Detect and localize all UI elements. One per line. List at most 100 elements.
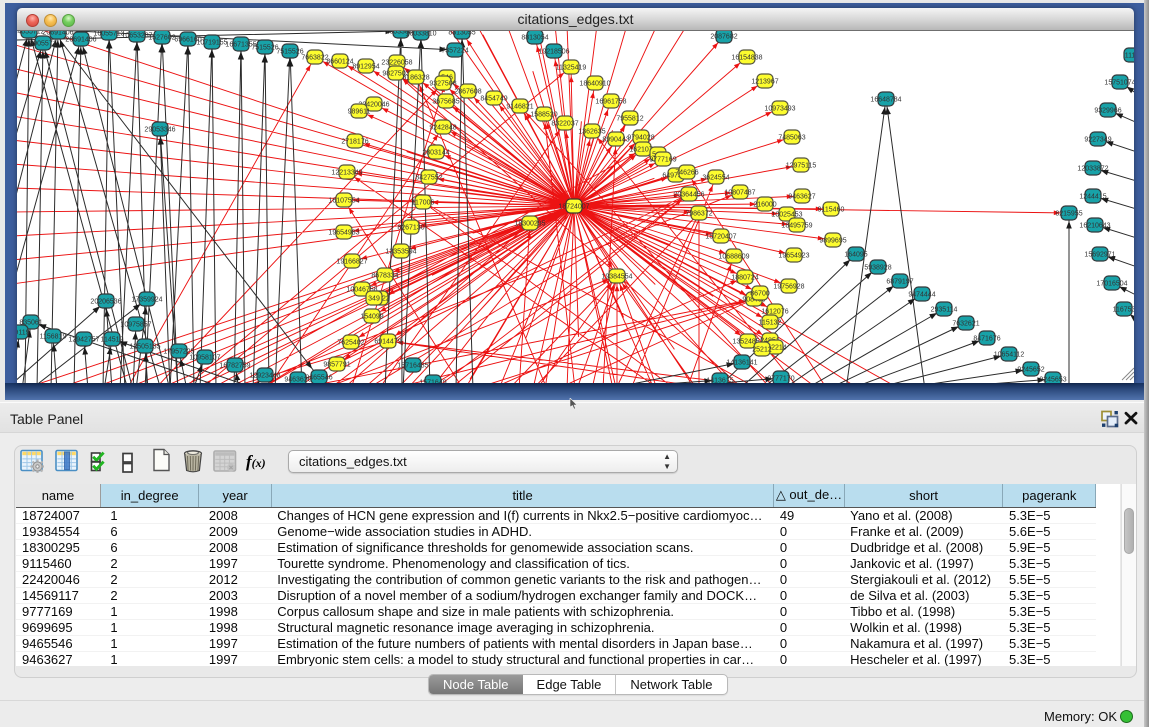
svg-text:19654983: 19654983: [328, 230, 359, 237]
svg-text:8471676: 8471676: [973, 336, 1000, 343]
svg-text:12923448: 12923448: [249, 373, 280, 380]
svg-text:1588520: 1588520: [530, 112, 557, 119]
svg-text:12942757: 12942757: [68, 337, 99, 344]
svg-text:1527602: 1527602: [148, 35, 175, 42]
svg-text:18640910: 18640910: [579, 81, 610, 88]
svg-text:1244415: 1244415: [1079, 194, 1106, 201]
svg-text:29053346: 29053346: [144, 127, 175, 134]
svg-text:15720407: 15720407: [705, 234, 736, 241]
svg-text:16782759: 16782759: [219, 363, 250, 370]
svg-text:20691406: 20691406: [65, 37, 96, 44]
svg-text:9146821: 9146821: [506, 104, 533, 111]
svg-text:8454749: 8454749: [480, 96, 507, 103]
svg-text:9115460: 9115460: [818, 207, 845, 214]
svg-text:9465546: 9465546: [305, 375, 332, 382]
svg-text:7955812: 7955812: [616, 116, 643, 123]
svg-text:17016504: 17016504: [1096, 281, 1127, 288]
svg-text:8267130: 8267130: [397, 225, 424, 232]
svg-text:10975857: 10975857: [120, 322, 151, 329]
svg-text:19384554: 19384554: [601, 274, 632, 281]
svg-text:7986372: 7986372: [685, 211, 712, 218]
svg-text:9245652: 9245652: [1017, 367, 1044, 374]
svg-text:7663822: 7663822: [301, 55, 328, 62]
svg-text:8427552: 8427552: [415, 175, 442, 182]
svg-text:15716485: 15716485: [397, 363, 428, 370]
svg-text:117006: 117006: [412, 200, 435, 207]
svg-text:12033872: 12033872: [1077, 166, 1108, 173]
svg-text:1571649: 1571649: [419, 380, 446, 384]
svg-text:1413615: 1413615: [706, 378, 733, 384]
svg-text:7632621: 7632621: [952, 321, 979, 328]
svg-text:2718176: 2718176: [341, 139, 368, 146]
svg-text:16154838: 16154838: [731, 55, 762, 62]
svg-text:10973493: 10973493: [764, 106, 795, 113]
svg-text:16055713: 16055713: [93, 31, 124, 38]
svg-text:15692971: 15692971: [1084, 252, 1115, 259]
svg-text:114519: 114519: [101, 337, 124, 344]
svg-text:17359924: 17359924: [131, 297, 162, 304]
svg-text:18724007: 18724007: [558, 204, 589, 211]
svg-text:1117: 1117: [1125, 53, 1134, 60]
svg-text:20206536: 20206536: [90, 299, 121, 306]
svg-text:14136141: 14136141: [726, 360, 757, 367]
svg-text:12975115: 12975115: [786, 163, 817, 170]
svg-text:9857791: 9857791: [323, 362, 350, 369]
svg-text:18495759: 18495759: [781, 223, 812, 230]
svg-text:9227349: 9227349: [1084, 137, 1111, 144]
svg-text:19166827: 19166827: [336, 259, 367, 266]
svg-text:1156819: 1156819: [40, 334, 67, 341]
svg-text:3624554: 3624554: [702, 175, 729, 182]
svg-text:7625402: 7625402: [337, 340, 364, 347]
svg-text:2803144: 2803144: [422, 150, 449, 157]
svg-text:2935114: 2935114: [931, 307, 958, 314]
svg-text:20364456: 20364456: [673, 192, 704, 199]
svg-text:9777170: 9777170: [767, 376, 794, 383]
svg-text:9899695: 9899695: [819, 238, 846, 245]
svg-text:8215955: 8215955: [1055, 211, 1082, 218]
svg-text:9905571: 9905571: [29, 41, 56, 48]
svg-text:16648784: 16648784: [870, 97, 901, 104]
svg-text:12213349: 12213349: [331, 170, 362, 177]
svg-text:8990443: 8990443: [602, 137, 629, 144]
svg-text:86700: 86700: [750, 291, 770, 298]
svg-text:1880724: 1880724: [731, 275, 758, 282]
svg-text:9327508: 9327508: [429, 81, 456, 88]
svg-text:16033810: 16033810: [405, 31, 436, 38]
svg-text:115132: 115132: [759, 320, 782, 327]
svg-text:116753: 116753: [1113, 307, 1134, 314]
svg-text:8912954: 8912954: [352, 64, 379, 71]
svg-text:8813054: 8813054: [521, 35, 548, 42]
svg-text:8322037: 8322037: [551, 121, 578, 128]
svg-text:18300295: 18300295: [514, 221, 545, 228]
svg-text:7485063: 7485063: [778, 135, 805, 142]
svg-text:216000: 216000: [753, 202, 776, 209]
svg-text:1612076: 1612076: [761, 309, 788, 316]
svg-text:1213967: 1213967: [751, 79, 778, 86]
svg-text:10719155: 10719155: [196, 40, 227, 47]
svg-text:19756928: 19756928: [773, 284, 804, 291]
svg-text:15751074: 15751074: [1104, 80, 1134, 87]
svg-text:1362635: 1362635: [578, 129, 605, 136]
svg-text:6914479: 6914479: [374, 339, 401, 346]
svg-text:8813055: 8813055: [448, 31, 475, 37]
svg-text:12505135: 12505135: [129, 344, 160, 351]
svg-text:9777169: 9777169: [649, 157, 676, 164]
svg-text:9242848: 9242848: [429, 125, 456, 132]
svg-text:9329966: 9329966: [1094, 108, 1121, 115]
svg-text:16107554: 16107554: [328, 198, 359, 205]
svg-text:10654112: 10654112: [994, 352, 1025, 359]
svg-text:349: 349: [368, 296, 380, 303]
svg-text:164095: 164095: [844, 252, 867, 259]
svg-text:8678334: 8678334: [371, 273, 398, 280]
svg-text:10958107: 10958107: [189, 355, 220, 362]
svg-text:2087682: 2087682: [710, 34, 737, 41]
svg-text:7357224: 7357224: [441, 48, 468, 55]
svg-text:14055712: 14055712: [17, 31, 45, 36]
svg-text:746266: 746266: [675, 170, 698, 177]
svg-text:6879197: 6879197: [886, 279, 913, 286]
svg-text:9474444: 9474444: [908, 292, 935, 299]
svg-text:16961758: 16961758: [595, 99, 626, 106]
svg-text:2867608: 2867608: [454, 89, 481, 96]
svg-text:11325419: 11325419: [556, 65, 587, 72]
svg-text:39119: 39119: [17, 330, 30, 337]
